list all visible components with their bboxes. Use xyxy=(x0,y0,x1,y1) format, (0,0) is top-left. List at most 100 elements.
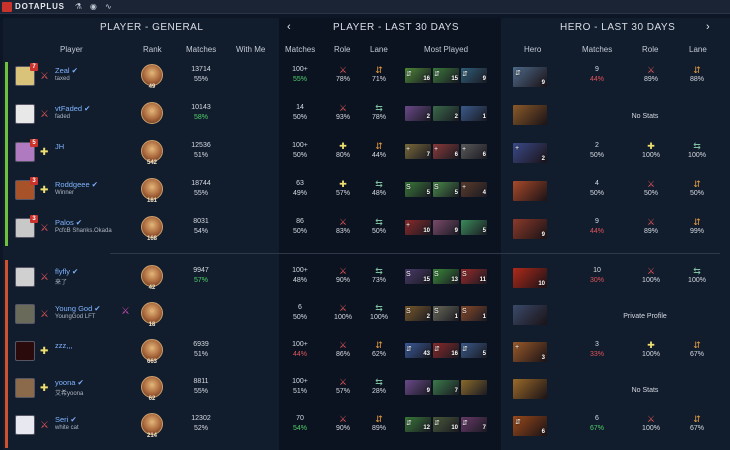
hero-thumbnail[interactable] xyxy=(461,380,487,395)
player-row[interactable]: ✚ yoona ✔ 艾希yoona 62 8811 55% 100+ 51% ⚔ 57% ⇆ 28% 9 7… xyxy=(0,374,730,411)
player-row[interactable]: 3 ✚ Roddgeee ✔ Winner 181 18744 55% 63 49% ✚ 57% ⇆ 48… xyxy=(0,176,730,213)
hero-thumbnail[interactable]: +6 xyxy=(433,144,459,159)
current-hero-portrait[interactable] xyxy=(513,305,547,325)
hero-thumbnail[interactable]: 7 xyxy=(433,380,459,395)
player-name[interactable]: Young God ✔ xyxy=(55,304,101,313)
player-name[interactable]: yoona ✔ xyxy=(55,378,84,387)
player-name[interactable]: flyfly ✔ xyxy=(55,267,78,276)
player-row[interactable]: 3 ⚔ Palos ✔ PcfcB Shanks.Okada 168 8031 54% 86 50… xyxy=(0,214,730,251)
player-row[interactable]: ⚔ flyfly ✔ 来了 42 9947 57% 100+ 48% ⚔ 90% ⇆ 73% S 15 S 13… xyxy=(0,263,730,300)
current-hero-portrait[interactable]: ⇵ 6 xyxy=(513,416,547,436)
prev-arrow-icon[interactable]: ‹ xyxy=(287,21,291,33)
header-most-played[interactable]: Most Played xyxy=(424,45,468,54)
avatar[interactable] xyxy=(15,378,35,398)
hero-thumbnail[interactable]: +7 xyxy=(405,144,431,159)
hero-thumbnail[interactable]: +10 xyxy=(405,220,431,235)
hero-thumbnail[interactable]: S 15 xyxy=(405,269,431,284)
last30-matches: 6 xyxy=(298,304,302,311)
player-name[interactable]: Palos ✔ xyxy=(55,218,82,227)
header-h-matches[interactable]: Matches xyxy=(582,45,612,54)
player-row[interactable]: 7 ⚔ Zeal ✔ taxed 49 13714 55% 100+ 55% ⚔ 78% ⇵ 71% ⇵ 16… xyxy=(0,62,730,99)
player-name[interactable]: JH xyxy=(55,142,64,151)
waveform-icon[interactable]: ∿ xyxy=(103,1,114,12)
flask-icon[interactable]: ⚗ xyxy=(73,1,84,12)
player-name[interactable]: zzz,,, xyxy=(55,341,73,350)
player-name-text[interactable]: JH xyxy=(55,142,64,151)
player-name[interactable]: vtFaded ✔ xyxy=(55,104,90,113)
player-row[interactable]: 5 ✚ JH 542 12536 51% 100+ 50% ✚ 80% ⇵ 44% +7 +6 +6 +2 2 5… xyxy=(0,138,730,175)
header-l-lane[interactable]: Lane xyxy=(370,45,388,54)
hero-thumbnail[interactable]: ⇵ 12 xyxy=(405,417,431,432)
next-arrow-icon[interactable]: › xyxy=(706,21,710,33)
hero-thumbnail[interactable]: 1 xyxy=(461,106,487,121)
hero-thumbnail[interactable]: ⇵ 15 xyxy=(433,68,459,83)
hero-thumbnail[interactable]: S5 xyxy=(433,182,459,197)
current-hero-portrait[interactable]: +3 xyxy=(513,342,547,362)
hero-thumbnail[interactable]: +4 xyxy=(461,182,487,197)
avatar[interactable] xyxy=(15,341,35,361)
hero-thumbnail[interactable]: S1 xyxy=(433,306,459,321)
current-hero-portrait[interactable]: 10 xyxy=(513,268,547,288)
player-name-text[interactable]: vtFaded xyxy=(55,104,82,113)
player-name-text[interactable]: zzz,,, xyxy=(55,341,73,350)
header-l-role[interactable]: Role xyxy=(334,45,350,54)
header-with-me[interactable]: With Me xyxy=(236,45,265,54)
hero-thumbnail[interactable]: ⇵ 5 xyxy=(461,343,487,358)
last30-role-pct: 78% xyxy=(335,76,350,83)
player-name-text[interactable]: Roddgeee xyxy=(55,180,90,189)
hero-thumbnail[interactable]: ⇵ 43 xyxy=(405,343,431,358)
player-name-text[interactable]: flyfly xyxy=(55,267,70,276)
header-h-lane[interactable]: Lane xyxy=(689,45,707,54)
hero-thumbnail[interactable]: ⇵ 7 xyxy=(461,417,487,432)
player-name-text[interactable]: yoona xyxy=(55,378,75,387)
current-hero-portrait[interactable]: 9 xyxy=(513,219,547,239)
hero-thumbnail[interactable]: S1 xyxy=(461,306,487,321)
player-name[interactable]: Seri ✔ xyxy=(55,415,77,424)
player-row[interactable]: ✚ zzz,,, 663 6939 51% 100+ 44% ⚔ 86% ⇵ 62% ⇵ 43 ⇵ 16 ⇵ 5… xyxy=(0,337,730,374)
hero-thumbnail[interactable]: ⇵ 9 xyxy=(461,68,487,83)
avatar[interactable] xyxy=(15,104,35,124)
player-name-text[interactable]: Zeal xyxy=(55,66,70,75)
player-row[interactable]: ⚔ Young God ✔ YoungGod LFT 18 ⚔ 6 50% ⚔ 100% ⇆ 100%… xyxy=(0,300,730,337)
most-played-heroes: S 15 S 13 S 11 xyxy=(405,269,487,285)
player-name[interactable]: Zeal ✔ xyxy=(55,66,78,75)
header-hero[interactable]: Hero xyxy=(524,45,541,54)
current-hero-portrait[interactable] xyxy=(513,181,547,201)
hero-thumbnail[interactable]: S2 xyxy=(405,306,431,321)
current-hero-portrait[interactable] xyxy=(513,105,547,125)
avatar[interactable] xyxy=(15,304,35,324)
hero-thumbnail[interactable]: S 11 xyxy=(461,269,487,284)
user-circle-icon[interactable]: ◉ xyxy=(88,1,99,12)
header-rank[interactable]: Rank xyxy=(143,45,162,54)
player-name-text[interactable]: Palos xyxy=(55,218,74,227)
player-name-text[interactable]: Young God xyxy=(55,304,92,313)
hero-thumbnail[interactable]: ⇵ 16 xyxy=(405,68,431,83)
header-h-role[interactable]: Role xyxy=(642,45,658,54)
hero-match-count: 7 xyxy=(454,388,458,394)
current-hero-portrait[interactable]: +2 xyxy=(513,143,547,163)
header-player[interactable]: Player xyxy=(60,45,83,54)
hero-thumbnail[interactable]: S 13 xyxy=(433,269,459,284)
hero-thumbnail[interactable]: 5 xyxy=(461,220,487,235)
avatar[interactable] xyxy=(15,415,35,435)
hero-thumbnail[interactable]: S5 xyxy=(405,182,431,197)
hero-thumbnail[interactable]: ⇵ 16 xyxy=(433,343,459,358)
player-name-text[interactable]: Seri xyxy=(55,415,68,424)
player-row[interactable]: ⚔ Seri ✔ white cat 214 12302 52% 70 54% ⚔ 90% ⇵ 89% ⇵… xyxy=(0,411,730,448)
header-matches[interactable]: Matches xyxy=(186,45,216,54)
player-row[interactable]: ⚔ vtFaded ✔ faded 10143 58% 14 50% ⚔ 93% ⇆ 78% 2 2 1 No… xyxy=(0,100,730,137)
hero-match-count: 12 xyxy=(423,425,430,431)
hero-thumbnail[interactable]: 9 xyxy=(433,220,459,235)
header-l-matches[interactable]: Matches xyxy=(285,45,315,54)
last30-matches: 100+ xyxy=(292,267,308,274)
last30-winrate: 54% xyxy=(292,425,307,432)
avatar[interactable] xyxy=(15,267,35,287)
current-hero-portrait[interactable] xyxy=(513,379,547,399)
hero-thumbnail[interactable]: 2 xyxy=(433,106,459,121)
hero-thumbnail[interactable]: ⇵ 10 xyxy=(433,417,459,432)
hero-thumbnail[interactable]: 9 xyxy=(405,380,431,395)
hero-thumbnail[interactable]: 2 xyxy=(405,106,431,121)
current-hero-portrait[interactable]: ⇵ 9 xyxy=(513,67,547,87)
player-name[interactable]: Roddgeee ✔ xyxy=(55,180,98,189)
hero-thumbnail[interactable]: +6 xyxy=(461,144,487,159)
